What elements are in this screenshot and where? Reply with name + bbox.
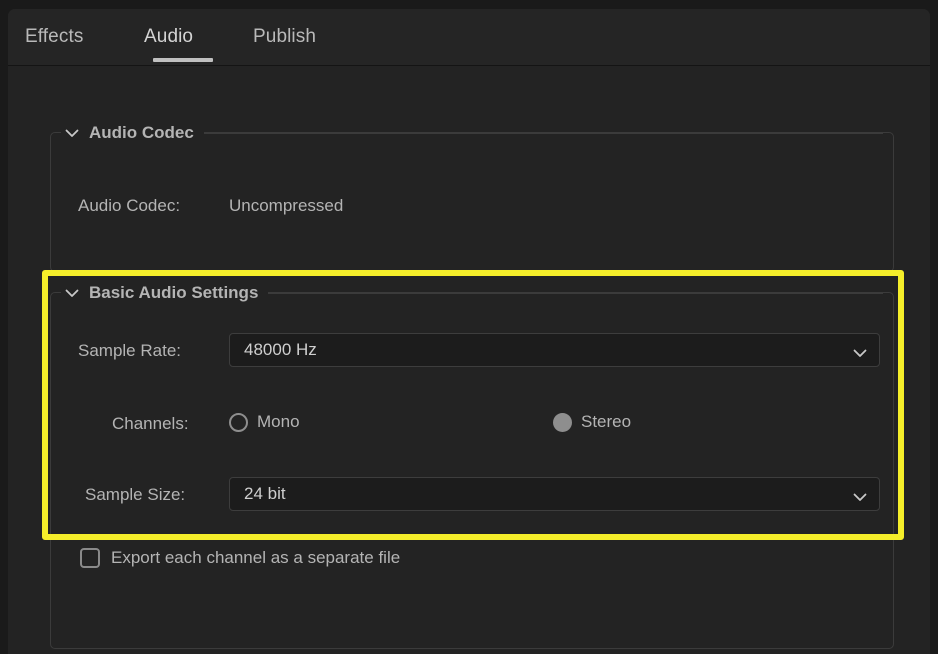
group-audio-codec-title: Audio Codec	[83, 122, 204, 144]
tab-effects[interactable]: Effects	[25, 22, 83, 52]
radio-unselected-icon	[229, 412, 248, 432]
group-audio-codec-header: Audio Codec	[61, 122, 883, 144]
channels-stereo-label: Stereo	[581, 412, 632, 431]
sample-rate-dropdown[interactable]: 48000 Hz	[229, 333, 880, 367]
active-tab-indicator	[153, 58, 213, 62]
group-audio-codec: Audio Codec Audio Codec: Uncompressed	[50, 122, 894, 272]
chevron-down-icon	[853, 489, 867, 501]
group-basic-audio-header: Basic Audio Settings	[61, 282, 883, 304]
group-basic-audio-rule	[268, 293, 883, 294]
sample-size-dropdown[interactable]: 24 bit	[229, 477, 880, 511]
audio-codec-value: Uncompressed	[229, 196, 344, 215]
sample-size-value: 24 bit	[244, 484, 286, 503]
settings-content: Audio Codec Audio Codec: Uncompressed Ba…	[8, 66, 930, 654]
chevron-down-icon[interactable]	[61, 122, 83, 144]
channels-radio-mono[interactable]: Mono	[229, 412, 300, 432]
audio-codec-label: Audio Codec:	[78, 196, 181, 215]
tab-audio[interactable]: Audio	[144, 22, 193, 52]
chevron-down-icon[interactable]	[61, 282, 83, 304]
checkbox-unchecked-icon	[80, 548, 100, 568]
group-audio-codec-rule	[203, 133, 883, 134]
sample-size-label: Sample Size:	[85, 485, 186, 504]
radio-selected-icon	[553, 412, 572, 432]
group-basic-audio-settings: Basic Audio Settings Sample Rate: 48000 …	[50, 282, 894, 649]
channels-label: Channels:	[112, 414, 189, 433]
channels-radio-stereo[interactable]: Stereo	[553, 412, 631, 432]
export-each-channel-checkbox[interactable]: Export each channel as a separate file	[80, 548, 400, 568]
settings-panel: Effects Audio Publish Audio Codec Audio …	[8, 9, 930, 654]
export-settings-panel: Effects Audio Publish Audio Codec Audio …	[0, 0, 938, 654]
export-each-channel-label: Export each channel as a separate file	[111, 548, 401, 567]
group-basic-audio-title: Basic Audio Settings	[83, 282, 269, 304]
channels-mono-label: Mono	[257, 412, 300, 431]
tab-publish[interactable]: Publish	[253, 22, 316, 52]
tab-bar: Effects Audio Publish	[8, 9, 930, 65]
sample-rate-value: 48000 Hz	[244, 340, 317, 359]
chevron-down-icon	[853, 345, 867, 357]
sample-rate-label: Sample Rate:	[78, 341, 181, 360]
